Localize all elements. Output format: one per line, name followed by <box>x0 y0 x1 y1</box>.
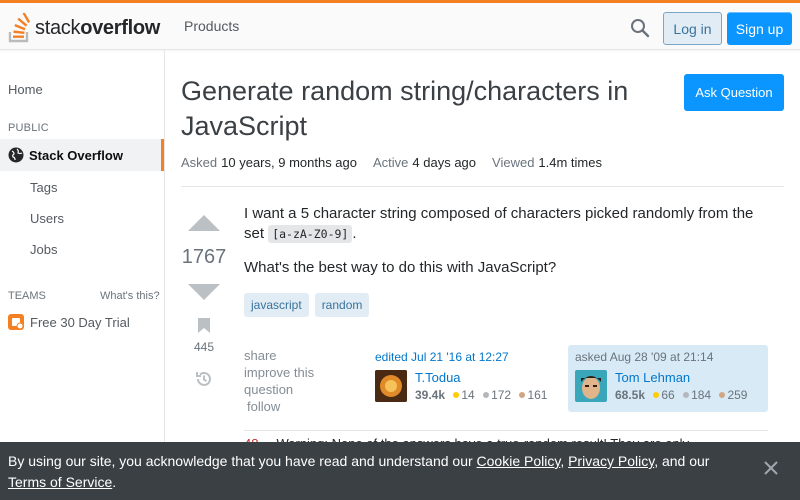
editor-reputation: 39.4k <box>415 388 446 402</box>
editor-signature: edited Jul 21 '16 at 12:27 T.Todua 39.4k… <box>375 350 555 402</box>
edited-timestamp[interactable]: edited Jul 21 '16 at 12:27 <box>375 350 555 364</box>
author-signature: asked Aug 28 '09 at 21:14 Tom Lehman 68.… <box>568 345 768 412</box>
sidebar-item-home[interactable]: Home <box>8 82 43 97</box>
sidebar-item-users[interactable]: Users <box>30 211 64 226</box>
cookie-sep-2: , and our <box>654 453 710 469</box>
cookie-sep-1: , <box>560 453 569 469</box>
close-icon[interactable] <box>762 459 780 477</box>
cookie-banner: By using our site, you acknowledge that … <box>0 442 800 500</box>
sidebar-item-jobs[interactable]: Jobs <box>30 242 57 257</box>
sidebar-item-label: Stack Overflow <box>29 147 123 163</box>
signup-button[interactable]: Sign up <box>727 12 792 45</box>
editor-bronze: 161 <box>527 388 548 402</box>
ask-question-button[interactable]: Ask Question <box>684 74 784 111</box>
editor-gold: 14 <box>461 388 475 402</box>
viewed-meta: Viewed 1.4m times <box>492 155 602 170</box>
teams-briefcase-icon <box>8 314 24 330</box>
logo-wordmark: stackoverflow <box>35 17 160 40</box>
editor-stats: 39.4k 14 172 161 <box>415 388 547 402</box>
author-silver: 184 <box>691 388 712 402</box>
privacy-policy-link[interactable]: Privacy Policy <box>568 453 654 469</box>
bookmark-icon[interactable] <box>198 318 210 333</box>
gold-badge-icon <box>453 392 460 399</box>
editor-silver: 172 <box>491 388 512 402</box>
asked-value: 10 years, 9 months ago <box>221 155 357 170</box>
author-details: Tom Lehman 68.5k 66 184 259 <box>615 370 747 402</box>
editor-details: T.Todua 39.4k 14 172 161 <box>415 370 547 402</box>
sidebar-item-stack-overflow[interactable]: Stack Overflow <box>0 139 164 171</box>
search-button[interactable] <box>626 15 654 41</box>
title-divider <box>181 186 784 187</box>
share-link[interactable]: share <box>244 347 334 364</box>
terms-of-service-link[interactable]: Terms of Service <box>8 474 112 490</box>
stack-overflow-logo-icon <box>8 13 31 43</box>
question-paragraph-1: I want a 5 character string composed of … <box>244 204 764 244</box>
search-icon <box>631 19 650 38</box>
cookie-text: By using our site, you acknowledge that … <box>8 453 477 469</box>
site-logo[interactable]: stackoverflow <box>8 9 160 47</box>
question-body: I want a 5 character string composed of … <box>244 204 764 292</box>
editor-name[interactable]: T.Todua <box>415 370 547 385</box>
question-meta: Asked 10 years, 9 months ago Active 4 days… <box>181 155 602 170</box>
login-button[interactable]: Log in <box>663 12 722 45</box>
globe-icon <box>8 147 24 163</box>
inline-code: [a-zA-Z0-9] <box>268 225 353 243</box>
author-avatar[interactable] <box>575 370 607 402</box>
sidebar-item-free-trial[interactable]: Free 30 Day Trial <box>8 314 130 330</box>
history-icon[interactable] <box>194 369 214 389</box>
logo-bold-text: overflow <box>80 16 161 39</box>
bronze-badge-icon <box>719 392 726 399</box>
sidebar-heading-public: PUBLIC <box>8 122 49 134</box>
cookie-policy-link[interactable]: Cookie Policy <box>477 453 561 469</box>
silver-badge-icon <box>483 392 490 399</box>
downvote-arrow-icon[interactable] <box>188 284 220 300</box>
gold-badge-icon <box>653 392 660 399</box>
upvote-arrow-icon[interactable] <box>188 215 220 231</box>
post-menu: share improve this question follow <box>244 347 334 415</box>
tag-random[interactable]: random <box>314 293 370 317</box>
author-stats: 68.5k 66 184 259 <box>615 388 747 402</box>
left-sidebar: Home PUBLIC Stack Overflow Tags Users Jo… <box>0 50 165 500</box>
asked-meta: Asked 10 years, 9 months ago <box>181 155 357 170</box>
products-menu[interactable]: Products <box>184 18 239 34</box>
author-reputation: 68.5k <box>615 388 646 402</box>
asked-timestamp: asked Aug 28 '09 at 21:14 <box>575 350 714 364</box>
free-trial-label: Free 30 Day Trial <box>30 314 130 330</box>
author-gold: 66 <box>661 388 675 402</box>
logo-light-text: stack <box>35 16 81 39</box>
improve-question-link[interactable]: improve this question <box>244 364 334 398</box>
asked-label: Asked <box>181 155 218 170</box>
editor-user-card: T.Todua 39.4k 14 172 161 <box>375 370 555 402</box>
comments-divider <box>244 430 768 431</box>
active-label: Active <box>373 155 409 170</box>
question-paragraph-2: What's the best way to do this with Java… <box>244 259 557 276</box>
body-text-1-end: . <box>352 225 357 242</box>
author-name[interactable]: Tom Lehman <box>615 370 747 385</box>
cookie-end: . <box>112 474 117 490</box>
tag-javascript[interactable]: javascript <box>244 293 309 317</box>
author-bronze: 259 <box>727 388 748 402</box>
viewed-label: Viewed <box>492 155 535 170</box>
active-meta: Active 4 days ago <box>373 155 476 170</box>
editor-avatar[interactable] <box>375 370 407 402</box>
top-bar: stackoverflow Products Log in Sign up <box>0 0 800 50</box>
active-value[interactable]: 4 days ago <box>412 155 476 170</box>
bronze-badge-icon <box>519 392 526 399</box>
tag-list: javascript random <box>244 293 370 317</box>
vote-count: 1767 <box>181 246 227 268</box>
sidebar-item-tags[interactable]: Tags <box>30 180 57 195</box>
whats-this-link[interactable]: What's this? <box>100 290 160 302</box>
question-title[interactable]: Generate random string/characters in Jav… <box>181 74 661 144</box>
author-user-card: Tom Lehman 68.5k 66 184 259 <box>575 370 761 402</box>
sidebar-heading-teams: TEAMS <box>8 290 46 302</box>
follow-link[interactable]: follow <box>244 398 334 415</box>
viewed-value: 1.4m times <box>538 155 602 170</box>
silver-badge-icon <box>683 392 690 399</box>
bookmark-count: 445 <box>193 340 215 354</box>
